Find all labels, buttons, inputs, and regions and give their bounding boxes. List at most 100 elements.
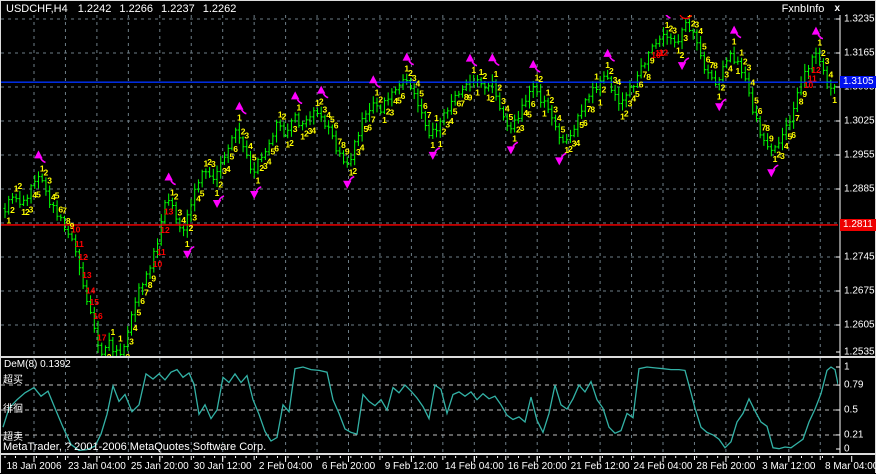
svg-text:1: 1 [494,69,499,79]
svg-text:2: 2 [680,50,685,60]
time-axis-label: 8 Mar 04:00 [825,461,876,472]
indicator-axis-label: 0.5 [844,405,858,416]
svg-text:7: 7 [371,115,376,125]
price-axis-label: 1.3025 [844,116,875,127]
svg-text:4: 4 [576,138,581,148]
svg-text:6: 6 [639,79,644,89]
svg-text:2: 2 [497,82,502,92]
svg-text:6: 6 [334,120,339,130]
title-bar: USDCHF,H4 1.2242 1.2266 1.2237 1.2262 Fx… [2,2,874,15]
svg-text:15: 15 [90,297,100,307]
svg-text:4: 4 [181,215,186,225]
svg-text:11: 11 [75,239,84,249]
quote-open: 1.2242 [78,3,112,15]
svg-text:2: 2 [490,94,495,104]
svg-text:12: 12 [811,65,821,75]
svg-text:12: 12 [78,252,88,262]
svg-text:2: 2 [352,166,357,176]
svg-text:11: 11 [157,247,166,257]
svg-text:4: 4 [416,78,421,88]
svg-text:1: 1 [475,88,480,98]
svg-text:1: 1 [817,38,822,48]
svg-text:2: 2 [602,85,607,95]
svg-text:3: 3 [672,25,677,35]
svg-text:1: 1 [111,327,116,337]
svg-text:3: 3 [47,175,52,185]
indicator-axis-label: 0.21 [844,429,863,440]
svg-text:3: 3 [780,151,785,161]
svg-text:16: 16 [93,311,103,321]
svg-text:1: 1 [594,72,599,82]
time-axis-label: 23 Jan 04:00 [68,461,126,472]
svg-text:2: 2 [289,138,294,148]
svg-text:9: 9 [345,147,350,157]
svg-text:6: 6 [531,99,536,109]
svg-text:6: 6 [233,144,238,154]
svg-text:6: 6 [758,106,763,116]
svg-text:1: 1 [438,139,443,149]
svg-text:1: 1 [256,175,261,185]
svg-text:1: 1 [434,113,439,123]
svg-text:5: 5 [561,124,566,134]
indicator-label: DeM(8) 0.1392 [4,359,71,370]
time-axis-label: 18 Jan 2006 [6,461,61,472]
zone-label-overbought: 超买 [3,371,23,386]
svg-text:2: 2 [483,71,488,81]
svg-text:2: 2 [18,181,23,191]
price-axis-label: 1.2885 [844,184,875,195]
price-axis-label: 1.3165 [844,48,875,59]
panel-separator-2[interactable] [1,453,875,455]
price-axis-label: 1.2675 [844,286,875,297]
svg-text:5: 5 [702,42,707,52]
svg-text:9: 9 [151,274,156,284]
indicator-canvas[interactable] [1,358,876,453]
indicator-panel[interactable]: DeM(8) 0.1392 超买 徘徊 超卖 MetaTrader, ? 200… [1,358,875,453]
svg-text:11: 11 [808,74,817,84]
svg-text:5: 5 [419,89,424,99]
main-chart-canvas[interactable]: 1212123451234567891011121314151617121111… [1,15,876,356]
svg-text:7: 7 [795,113,800,123]
svg-text:5: 5 [137,308,142,318]
svg-text:4: 4 [248,141,253,151]
time-axis-label: 6 Feb 20:00 [322,461,375,472]
svg-text:1: 1 [382,115,387,125]
svg-text:3: 3 [293,124,298,134]
svg-text:1: 1 [598,97,603,107]
svg-text:8: 8 [765,123,770,133]
overlay-indicator-name: FxnbInfo [782,3,825,15]
svg-text:13: 13 [82,270,92,280]
time-axis[interactable]: 18 Jan 200623 Jan 04:0025 Jan 20:0030 Ja… [1,456,875,474]
svg-text:2: 2 [538,74,543,84]
main-chart-panel[interactable]: 1212123451234567891011121314151617121111… [1,15,875,356]
svg-text:5: 5 [252,152,257,162]
svg-text:1: 1 [512,133,517,143]
price-axis-label: 1.2955 [844,150,875,161]
zone-label-neutral: 徘徊 [3,400,23,415]
svg-text:4: 4 [226,164,231,174]
svg-text:9: 9 [468,92,473,102]
svg-text:1: 1 [735,66,740,76]
svg-text:3: 3 [520,123,525,133]
svg-text:4: 4 [311,126,316,136]
svg-text:1: 1 [6,216,11,226]
time-axis-label: 3 Mar 12:00 [762,461,815,472]
svg-text:3: 3 [29,205,34,215]
svg-text:3: 3 [825,56,830,66]
svg-text:6: 6 [401,91,406,101]
svg-text:8: 8 [590,104,595,114]
price-axis-label: 1.2745 [844,252,875,263]
svg-text:10: 10 [153,259,163,269]
svg-text:1: 1 [185,239,190,249]
svg-text:5: 5 [635,89,640,99]
time-axis-label: 25 Jan 20:00 [131,461,189,472]
svg-text:2: 2 [10,205,15,215]
svg-text:2: 2 [282,111,287,121]
close-icon[interactable]: x [834,4,840,14]
symbol-timeframe: USDCHF,H4 [6,3,68,15]
svg-text:12: 12 [659,48,669,58]
price-axis-label: 1.3235 [844,14,875,25]
time-axis-label: 24 Feb 04:00 [634,461,693,472]
quote-close: 1.2262 [203,3,237,15]
svg-text:9: 9 [769,133,774,143]
svg-text:4: 4 [267,156,272,166]
